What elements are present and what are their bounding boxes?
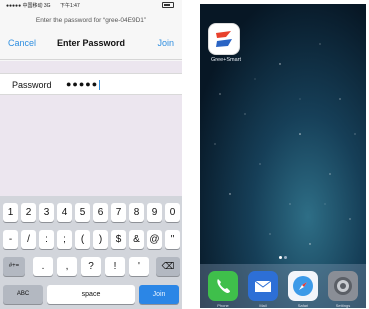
key-colon[interactable]: :: [39, 230, 54, 249]
key-exclamation[interactable]: !: [105, 257, 125, 276]
page-indicator: [200, 256, 366, 259]
key-5[interactable]: 5: [75, 203, 90, 222]
password-dots: ●●●●●: [66, 79, 99, 89]
key-quote[interactable]: ": [165, 230, 180, 249]
gree-smart-app[interactable]: Gree+Smart: [206, 24, 242, 74]
battery-icon: [162, 2, 174, 8]
gree-app-icon: [209, 24, 239, 54]
dock-label-phone: Phone: [217, 303, 229, 308]
key-comma[interactable]: ,: [57, 257, 77, 276]
dock-label-mail: Mail: [259, 303, 267, 308]
keyboard-row-bottom: ABC space Join: [0, 285, 182, 305]
key-period[interactable]: .: [33, 257, 53, 276]
key-apostrophe[interactable]: ': [129, 257, 149, 276]
password-row[interactable]: Password ●●●●●: [0, 73, 182, 95]
more-symbols-key[interactable]: #+=: [3, 257, 25, 276]
key-6[interactable]: 6: [93, 203, 108, 222]
keyboard: 1 2 3 4 5 6 7 8 9 0 - / : ; ( ) $ & @ " …: [0, 196, 182, 309]
key-1[interactable]: 1: [3, 203, 18, 222]
navigation-bar: Cancel Enter Password Join: [0, 28, 182, 60]
keyboard-row-punctuation: #+= . , ? ! ' ⌫: [0, 257, 182, 277]
key-ampersand[interactable]: &: [129, 230, 144, 249]
key-dash[interactable]: -: [3, 230, 18, 249]
keyboard-row-numbers: 1 2 3 4 5 6 7 8 9 0: [0, 203, 182, 223]
settings-icon[interactable]: [328, 271, 358, 301]
abc-key[interactable]: ABC: [3, 285, 43, 304]
key-open-paren[interactable]: (: [75, 230, 90, 249]
password-screen: ●●●●● 中国移动 3G 下午1:47 Enter the password …: [0, 0, 182, 309]
space-key[interactable]: space: [47, 285, 135, 304]
dock-label-safari: Safari: [297, 303, 309, 308]
form-area: Password ●●●●●: [0, 61, 182, 196]
key-slash[interactable]: /: [21, 230, 36, 249]
keyboard-row-symbols: - / : ; ( ) $ & @ ": [0, 230, 182, 250]
key-dollar[interactable]: $: [111, 230, 126, 249]
safari-icon[interactable]: [288, 271, 318, 301]
key-2[interactable]: 2: [21, 203, 36, 222]
password-label: Password: [12, 80, 52, 90]
key-9[interactable]: 9: [147, 203, 162, 222]
key-8[interactable]: 8: [129, 203, 144, 222]
gree-app-label: Gree+Smart: [210, 57, 242, 63]
phone-icon[interactable]: [208, 271, 238, 301]
dock-label-settings: Settings: [335, 303, 351, 308]
home-screen: Gree+Smart Phone Mail Safari Settings: [200, 4, 366, 308]
carrier-signal: ●●●●● 中国移动 3G: [6, 3, 51, 9]
key-at[interactable]: @: [147, 230, 162, 249]
network-prompt: Enter the password for “gree-04E9D1”: [35, 17, 147, 24]
status-bar: ●●●●● 中国移动 3G 下午1:47: [0, 0, 182, 10]
backspace-icon[interactable]: ⌫: [156, 257, 180, 276]
join-button[interactable]: Join: [157, 38, 174, 48]
password-field[interactable]: ●●●●●: [66, 79, 101, 90]
key-0[interactable]: 0: [165, 203, 180, 222]
key-close-paren[interactable]: ): [93, 230, 108, 249]
text-caret: [99, 79, 101, 90]
keyboard-join-button[interactable]: Join: [139, 285, 179, 304]
dock: Phone Mail Safari Settings: [200, 264, 366, 308]
key-7[interactable]: 7: [111, 203, 126, 222]
key-3[interactable]: 3: [39, 203, 54, 222]
key-question[interactable]: ?: [81, 257, 101, 276]
mail-icon[interactable]: [248, 271, 278, 301]
key-semicolon[interactable]: ;: [57, 230, 72, 249]
page-title: Enter Password: [56, 38, 126, 48]
status-time: 下午1:47: [60, 3, 80, 9]
key-4[interactable]: 4: [57, 203, 72, 222]
